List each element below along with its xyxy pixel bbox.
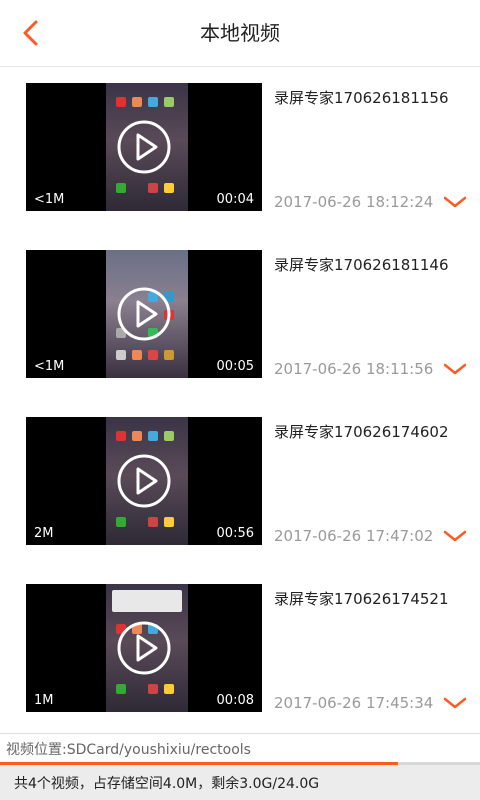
- video-thumbnail[interactable]: 1M 00:08: [26, 584, 262, 712]
- play-icon[interactable]: [116, 453, 172, 509]
- video-name: 录屏专家170626181146: [274, 256, 449, 274]
- header-bar: 本地视频: [0, 0, 480, 67]
- chevron-down-icon[interactable]: [441, 193, 469, 211]
- storage-summary-bar: 共4个视频，占存储空间4.0M，剩余3.0G/24.0G: [0, 765, 480, 800]
- video-date: 2017-06-26 17:47:02: [274, 527, 434, 545]
- video-thumbnail[interactable]: <1M 00:04: [26, 83, 262, 211]
- video-size: 2M: [34, 526, 54, 541]
- chevron-down-icon[interactable]: [441, 527, 469, 545]
- storage-location-text: 视频位置:SDCard/youshixiu/rectools: [6, 742, 251, 758]
- app-screen: 本地视频 <1M 00:04 录屏专家170626181156 2017-06-…: [0, 0, 480, 800]
- chevron-down-icon[interactable]: [441, 360, 469, 378]
- video-size: <1M: [34, 359, 65, 374]
- video-thumbnail[interactable]: <1M 00:05: [26, 250, 262, 378]
- video-duration: 00:04: [216, 192, 254, 207]
- video-duration: 00:05: [216, 359, 254, 374]
- video-item[interactable]: <1M 00:04 录屏专家170626181156 2017-06-26 18…: [0, 67, 480, 235]
- video-date: 2017-06-26 17:45:34: [274, 694, 434, 712]
- video-date: 2017-06-26 18:11:56: [274, 360, 434, 378]
- storage-location-bar: 视频位置:SDCard/youshixiu/rectools: [0, 733, 480, 762]
- video-name: 录屏专家170626181156: [274, 89, 449, 107]
- video-size: 1M: [34, 693, 54, 708]
- page-title: 本地视频: [200, 21, 280, 45]
- video-name: 录屏专家170626174521: [274, 590, 449, 608]
- video-date: 2017-06-26 18:12:24: [274, 193, 434, 211]
- play-icon[interactable]: [116, 119, 172, 175]
- video-list: <1M 00:04 录屏专家170626181156 2017-06-26 18…: [0, 67, 480, 733]
- video-duration: 00:08: [216, 693, 254, 708]
- play-icon[interactable]: [116, 620, 172, 676]
- video-name: 录屏专家170626174602: [274, 423, 449, 441]
- video-item[interactable]: <1M 00:05 录屏专家170626181146 2017-06-26 18…: [0, 234, 480, 402]
- play-icon[interactable]: [116, 286, 172, 342]
- video-thumbnail[interactable]: 2M 00:56: [26, 417, 262, 545]
- video-item[interactable]: 1M 00:08 录屏专家170626174521 2017-06-26 17:…: [0, 568, 480, 733]
- video-item[interactable]: 2M 00:56 录屏专家170626174602 2017-06-26 17:…: [0, 401, 480, 569]
- video-duration: 00:56: [216, 526, 254, 541]
- video-size: <1M: [34, 192, 65, 207]
- chevron-down-icon[interactable]: [441, 694, 469, 712]
- storage-summary-text: 共4个视频，占存储空间4.0M，剩余3.0G/24.0G: [14, 776, 320, 792]
